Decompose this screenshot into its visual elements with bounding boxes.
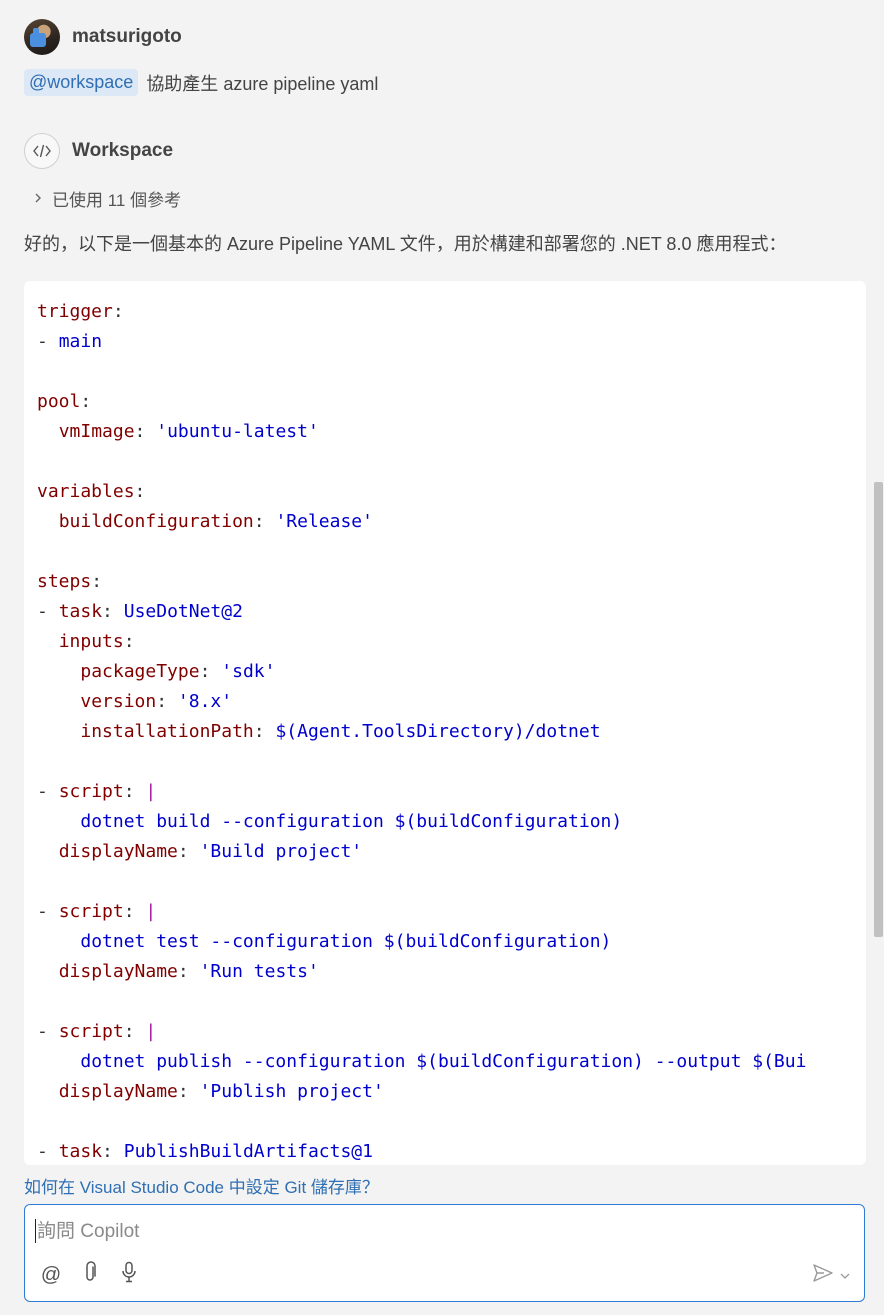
yaml-value: dotnet build --configuration $(buildConf… [80, 811, 623, 832]
yaml-key: vmImage [58, 421, 135, 442]
yaml-key: task [58, 1141, 103, 1162]
prompt-text: 協助產生 azure pipeline yaml [146, 73, 379, 94]
yaml-key: trigger [37, 301, 113, 322]
code-block[interactable]: trigger: - main pool: vmImage: 'ubuntu-l… [24, 281, 866, 1165]
chevron-down-icon[interactable] [840, 1267, 850, 1285]
code-icon [24, 133, 60, 169]
assistant-name: Workspace [72, 140, 174, 161]
mention-button[interactable]: @ [37, 1261, 65, 1289]
yaml-key: task [58, 601, 103, 622]
yaml-value: 'Release' [275, 511, 373, 532]
yaml-value: '8.x' [177, 691, 233, 712]
yaml-key: steps [37, 571, 92, 592]
yaml-key: installationPath [80, 721, 254, 742]
yaml-value: dotnet test --configuration $(buildConfi… [80, 931, 612, 952]
assistant-answer: 好的，以下是一個基本的 Azure Pipeline YAML 文件，用於構建和… [24, 234, 787, 254]
workspace-mention[interactable]: @workspace [24, 69, 139, 96]
yaml-key: script [58, 781, 124, 802]
yaml-value: 'ubuntu-latest' [156, 421, 319, 442]
send-icon [812, 1263, 834, 1288]
yaml-value: 'Build project' [199, 841, 363, 862]
yaml-value: dotnet publish --configuration $(buildCo… [80, 1051, 807, 1072]
yaml-key: packageType [80, 661, 200, 682]
yaml-key: variables [37, 481, 135, 502]
voice-button[interactable] [115, 1261, 143, 1289]
yaml-value: 'Publish project' [199, 1081, 384, 1102]
followup-suggestion[interactable]: 如何在 Visual Studio Code 中設定 Git 儲存庫？ [24, 1173, 379, 1198]
at-icon: @ [40, 1263, 62, 1286]
chat-input[interactable] [35, 1215, 839, 1249]
user-prompt: @workspace 協助產生 azure pipeline yaml [24, 69, 378, 96]
user-header: matsurigoto [24, 18, 182, 56]
yaml-value: PublishBuildArtifacts@1 [123, 1141, 373, 1162]
yaml-key: pool [37, 391, 81, 412]
send-button[interactable] [812, 1263, 850, 1288]
yaml-value: main [58, 331, 103, 352]
user-name: matsurigoto [72, 26, 182, 47]
references-toggle[interactable]: 已使用 11 個參考 [34, 186, 181, 211]
yaml-value: UseDotNet@2 [123, 601, 243, 622]
attach-icon [83, 1261, 97, 1289]
chat-input-box[interactable]: @ [24, 1204, 865, 1302]
yaml-key: inputs [58, 631, 124, 652]
user-avatar [24, 19, 60, 55]
yaml-key: script [58, 901, 124, 922]
chevron-right-icon [34, 189, 42, 209]
yaml-value: 'Run tests' [199, 961, 319, 982]
yaml-key: script [58, 1021, 124, 1042]
references-label: 已使用 11 個參考 [52, 191, 182, 210]
yaml-key: displayName [58, 841, 178, 862]
scrollbar-thumb[interactable] [874, 482, 883, 937]
mic-icon [121, 1261, 137, 1289]
yaml-value: $(Agent.ToolsDirectory)/dotnet [275, 721, 601, 742]
yaml-value: 'sdk' [221, 661, 276, 682]
yaml-key: displayName [58, 961, 178, 982]
yaml-code: trigger: - main pool: vmImage: 'ubuntu-l… [37, 301, 807, 1162]
yaml-key: buildConfiguration [58, 511, 254, 532]
yaml-key: displayName [58, 1081, 178, 1102]
attach-button[interactable] [76, 1261, 104, 1289]
assistant-header: Workspace [24, 133, 173, 169]
yaml-key: version [80, 691, 157, 712]
